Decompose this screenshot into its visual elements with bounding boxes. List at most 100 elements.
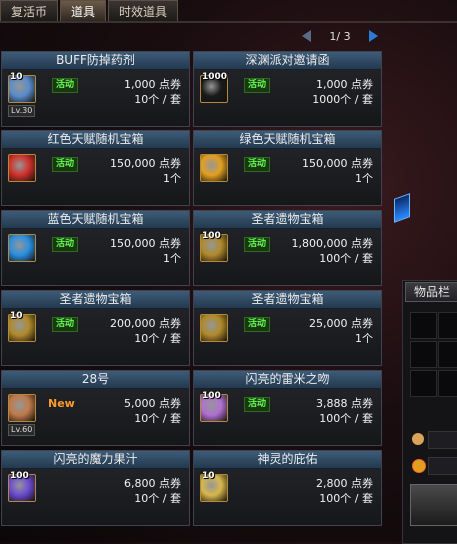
item-card[interactable]: 深渊派对邀请函 1000 活动 1,000 点券 1000个 / 套: [193, 51, 382, 127]
item-card[interactable]: 绿色天赋随机宝箱活动 150,000 点券 1个: [193, 130, 382, 206]
item-body: 10 活动 200,000 点券 10个 / 套: [2, 309, 189, 365]
item-card[interactable]: 红色天赋随机宝箱活动 150,000 点券 1个: [1, 130, 190, 206]
item-price: 5,000 点券: [124, 397, 181, 410]
item-stack-count: 10: [202, 471, 215, 481]
item-title: 深渊派对邀请函: [194, 52, 381, 70]
page-indicator: 1/ 3: [329, 29, 351, 43]
item-stack-count: 100: [10, 471, 29, 481]
tab-label: 时效道具: [119, 4, 168, 19]
item-unit: 1个: [355, 172, 373, 185]
inventory-slot[interactable]: [410, 370, 437, 397]
item-price-block: 1,800,000 点券 100个 / 套: [292, 236, 373, 266]
item-price: 1,800,000 点券: [291, 237, 373, 250]
red-box-icon[interactable]: [8, 154, 36, 182]
item-body: 10 Lv.30 活动 1,000 点券 10个 / 套: [2, 70, 189, 126]
item-price: 150,000 点券: [302, 157, 373, 170]
item-price-block: 3,888 点券 100个 / 套: [316, 396, 373, 426]
inventory-slot[interactable]: [410, 341, 437, 368]
inventory-title[interactable]: 物品栏: [405, 282, 457, 302]
inventory-slot[interactable]: [438, 370, 457, 397]
item-body: 活动 150,000 点券 1个: [194, 149, 381, 205]
new-badge: New: [48, 397, 75, 410]
item-card[interactable]: 神灵的庇佑 10 2,800 点券 100个 / 套: [193, 450, 382, 526]
coin-icon: [412, 459, 426, 473]
currency-field: [428, 457, 457, 475]
event-badge: 活动: [244, 317, 270, 332]
item-price-block: 2,800 点券 100个 / 套: [316, 476, 373, 506]
item-card[interactable]: 28号 Lv.60 New 5,000 点券 10个 / 套: [1, 370, 190, 446]
item-card[interactable]: 蓝色天赋随机宝箱 活动 150,000 点券 1个: [1, 210, 190, 286]
item-body: 1000 活动 1,000 点券 1000个 / 套: [194, 70, 381, 126]
tab-label: 道具: [71, 4, 96, 19]
item-price-block: 200,000 点券 10个 / 套: [110, 316, 181, 346]
item-price: 6,800 点券: [124, 477, 181, 490]
item-stack-count: 10: [10, 72, 23, 82]
item-title: 蓝色天赋随机宝箱: [2, 211, 189, 229]
item-stack-count: 100: [202, 391, 221, 401]
item-unit: 1个: [355, 332, 373, 345]
item-price-block: 150,000 点券 1个: [302, 156, 373, 186]
skull-icon: [412, 433, 424, 445]
item-card[interactable]: 圣者遗物宝箱 100 活动 1,800,000 点券 100个 / 套: [193, 210, 382, 286]
item-price: 150,000 点券: [110, 157, 181, 170]
item-price-block: 5,000 点券 10个 / 套: [124, 396, 181, 426]
item-card[interactable]: 闪亮的雷米之吻 100 活动 3,888 点券 100个 / 套: [193, 370, 382, 446]
green-box-icon[interactable]: [200, 154, 228, 182]
item-title: 圣者遗物宝箱: [2, 291, 189, 309]
item-stack-count: 100: [202, 231, 221, 241]
item-card[interactable]: 闪亮的魔力果汁 100 6,800 点券 10个 / 套: [1, 450, 190, 526]
item-body: 活动 25,000 点券 1个: [194, 309, 381, 365]
item-title: 闪亮的雷米之吻: [194, 371, 381, 389]
item-body: 100 6,800 点券 10个 / 套: [2, 469, 189, 525]
item-price: 25,000 点券: [309, 317, 373, 330]
prev-page-icon[interactable]: [300, 29, 314, 43]
item-unit: 1个: [163, 172, 181, 185]
tab-divider: [0, 21, 457, 23]
item-price: 200,000 点券: [110, 317, 181, 330]
item-unit: 100个 / 套: [319, 252, 373, 265]
item-title: 圣者遗物宝箱: [194, 291, 381, 309]
tab-label: 复活币: [11, 4, 48, 19]
item-price-block: 150,000 点券 1个: [110, 236, 181, 266]
item-price-block: 25,000 点券 1个: [309, 316, 373, 346]
inventory-slot[interactable]: [410, 312, 437, 339]
event-badge: 活动: [244, 237, 270, 252]
inventory-slot[interactable]: [438, 312, 457, 339]
blue-box-icon[interactable]: [8, 234, 36, 262]
item-title: 红色天赋随机宝箱: [2, 131, 189, 149]
event-badge: 活动: [52, 157, 78, 172]
item-price: 2,800 点券: [316, 477, 373, 490]
item-body: 100 活动 3,888 点券 100个 / 套: [194, 389, 381, 445]
item-level: Lv.60: [8, 424, 36, 436]
tab-timed-items[interactable]: 时效道具: [108, 0, 179, 21]
next-page-icon[interactable]: [366, 29, 380, 43]
item-level: Lv.30: [8, 105, 36, 117]
relic-box-icon[interactable]: [200, 314, 228, 342]
item-price: 1,000 点券: [316, 78, 373, 91]
item-card[interactable]: BUFF防掉药剂 10 Lv.30 活动 1,000 点券 10个 / 套: [1, 51, 190, 127]
item-price: 150,000 点券: [110, 237, 181, 250]
item-title: BUFF防掉药剂: [2, 52, 189, 70]
event-badge: 活动: [52, 78, 78, 93]
event-badge: 活动: [244, 157, 270, 172]
item-title: 28号: [2, 371, 189, 389]
item-stack-count: 1000: [202, 72, 228, 82]
tab-revive-coin[interactable]: 复活币: [0, 0, 59, 21]
item-title: 闪亮的魔力果汁: [2, 451, 189, 469]
item-body: 活动 150,000 点券 1个: [2, 149, 189, 205]
currency-field: [428, 431, 457, 449]
item-price: 1,000 点券: [124, 78, 181, 91]
item-unit: 100个 / 套: [319, 412, 373, 425]
tab-items[interactable]: 道具: [60, 0, 107, 21]
item-title: 圣者遗物宝箱: [194, 211, 381, 229]
item-card[interactable]: 圣者遗物宝箱活动 25,000 点券 1个: [193, 290, 382, 366]
item-unit: 10个 / 套: [134, 332, 181, 345]
character-icon[interactable]: [8, 394, 36, 422]
item-title: 神灵的庇佑: [194, 451, 381, 469]
item-unit: 10个 / 套: [134, 93, 181, 106]
item-title: 绿色天赋随机宝箱: [194, 131, 381, 149]
item-card[interactable]: 圣者遗物宝箱 10 活动 200,000 点券 10个 / 套: [1, 290, 190, 366]
item-unit: 10个 / 套: [134, 412, 181, 425]
event-badge: 活动: [52, 317, 78, 332]
inventory-slot[interactable]: [438, 341, 457, 368]
